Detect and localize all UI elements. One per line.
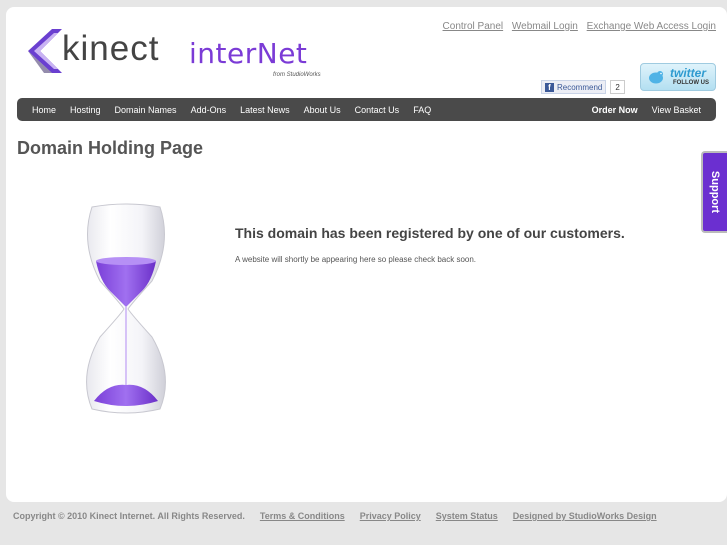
top-links: Control Panel Webmail Login Exchange Web… bbox=[437, 21, 716, 32]
view-basket-button[interactable]: View Basket bbox=[645, 105, 708, 115]
logo-from-text: from StudioWorks bbox=[273, 72, 321, 78]
nav-add-ons[interactable]: Add-Ons bbox=[184, 105, 234, 115]
footer-status-link[interactable]: System Status bbox=[436, 511, 498, 521]
nav-about-us[interactable]: About Us bbox=[297, 105, 348, 115]
twitter-name: twitter bbox=[670, 66, 706, 80]
nav-contact-us[interactable]: Contact Us bbox=[348, 105, 407, 115]
nav-latest-news[interactable]: Latest News bbox=[233, 105, 297, 115]
footer: Copyright © 2010 Kinect Internet. All Ri… bbox=[13, 511, 657, 521]
nav-domain-names[interactable]: Domain Names bbox=[108, 105, 184, 115]
nav-right: Order Now View Basket bbox=[585, 105, 716, 115]
twitter-bird-icon bbox=[649, 71, 663, 84]
facebook-recommend: f Recommend 2 bbox=[541, 80, 625, 94]
control-panel-link[interactable]: Control Panel bbox=[443, 21, 504, 32]
page-title: Domain Holding Page bbox=[17, 138, 204, 158]
exchange-login-link[interactable]: Exchange Web Access Login bbox=[587, 21, 716, 32]
hourglass-image bbox=[86, 203, 166, 414]
logo-kinect-text: kinect bbox=[62, 29, 160, 68]
footer-privacy-link[interactable]: Privacy Policy bbox=[360, 511, 421, 521]
webmail-login-link[interactable]: Webmail Login bbox=[512, 21, 578, 32]
footer-terms-link[interactable]: Terms & Conditions bbox=[260, 511, 345, 521]
message-heading: This domain has been registered by one o… bbox=[235, 225, 625, 241]
support-label: Support bbox=[709, 170, 721, 214]
order-now-button[interactable]: Order Now bbox=[585, 105, 645, 115]
twitter-follow-label: FOLLOW US bbox=[673, 80, 709, 86]
nav-home[interactable]: Home bbox=[25, 105, 63, 115]
footer-copyright: Copyright © 2010 Kinect Internet. All Ri… bbox=[13, 511, 245, 521]
main-nav: Home Hosting Domain Names Add-Ons Latest… bbox=[17, 98, 716, 121]
nav-faq[interactable]: FAQ bbox=[406, 105, 438, 115]
facebook-icon: f bbox=[545, 82, 554, 92]
facebook-count: 2 bbox=[610, 80, 625, 94]
nav-left: Home Hosting Domain Names Add-Ons Latest… bbox=[17, 105, 438, 115]
facebook-recommend-label: Recommend bbox=[557, 82, 603, 92]
footer-designer-link[interactable]: Designed by StudioWorks Design bbox=[513, 511, 657, 521]
logo-internet-text: interNet bbox=[189, 37, 308, 70]
facebook-recommend-button[interactable]: f Recommend bbox=[541, 80, 607, 94]
twitter-follow-button[interactable]: twitter FOLLOW US bbox=[640, 63, 716, 91]
nav-hosting[interactable]: Hosting bbox=[63, 105, 108, 115]
support-tab[interactable]: Support bbox=[701, 151, 727, 233]
message-body: A website will shortly be appearing here… bbox=[235, 255, 477, 264]
